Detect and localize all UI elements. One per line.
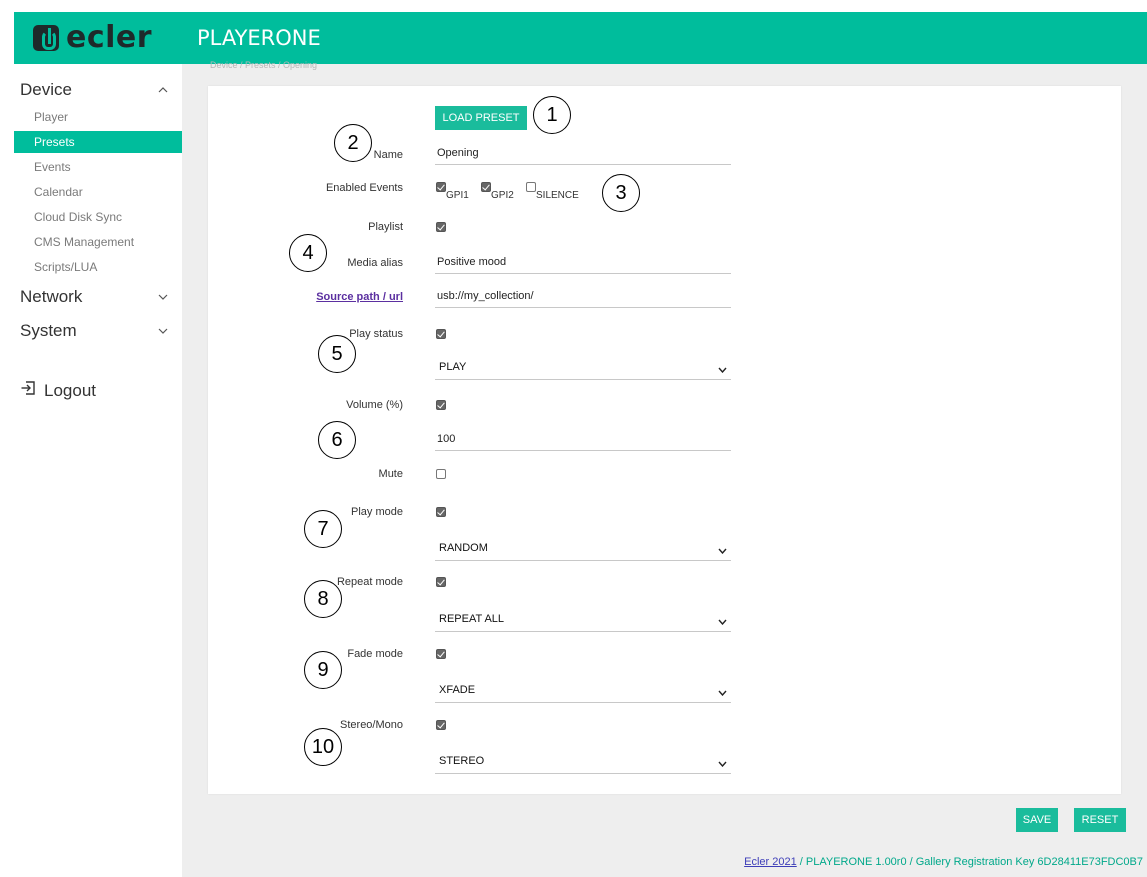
logout-button[interactable]: Logout [20,380,96,401]
chevron-down-icon [718,758,727,770]
repeat-mode-value: REPEAT ALL [439,613,505,625]
name-input[interactable]: Opening [435,143,731,165]
chevron-down-icon [718,364,727,376]
sidebar-item-label: Calendar [34,185,83,199]
chevron-down-icon [158,326,168,336]
sidebar-section-label: Device [20,80,72,99]
stereo-mono-select[interactable]: STEREO [435,750,731,774]
play-mode-select[interactable]: RANDOM [435,537,731,561]
footer-link[interactable]: Ecler 2021 [744,856,797,868]
volume-label: Volume (%) [346,399,403,411]
play-status-checkbox[interactable] [436,329,446,339]
app-title: PLAYERONE [197,26,321,50]
sidebar-section-label: Network [20,287,83,306]
stereo-mono-value: STEREO [439,755,485,767]
volume-checkbox[interactable] [436,400,446,410]
sidebar-item-cloud-disk-sync[interactable]: Cloud Disk Sync [14,206,182,228]
sidebar-item-label: CMS Management [34,235,135,249]
save-button[interactable]: SAVE [1016,808,1058,832]
callout-5: 5 [318,335,356,373]
sidebar-item-events[interactable]: Events [14,156,182,178]
main-content: Device / Presets / Opening LOAD PRESET N… [182,60,1147,877]
callout-7: 7 [304,510,342,548]
sidebar-item-scripts-lua[interactable]: Scripts/LUA [14,256,182,278]
sidebar-item-label: Cloud Disk Sync [34,210,123,224]
preset-form-card: LOAD PRESET Name Opening Enabled Events … [208,86,1121,794]
event-gpi2-label: GPI2 [491,190,514,201]
play-status-select[interactable]: PLAY [435,356,731,380]
repeat-mode-checkbox[interactable] [436,577,446,587]
sidebar-item-label: Scripts/LUA [34,260,98,274]
mute-label: Mute [378,468,403,480]
callout-3: 3 [602,174,640,212]
play-status-label: Play status [349,328,403,340]
stereo-mono-checkbox[interactable] [436,720,446,730]
breadcrumb: Device / Presets / Opening [210,60,318,70]
repeat-mode-select[interactable]: REPEAT ALL [435,608,731,632]
ecler-logo-icon [33,25,59,51]
sidebar-item-label: Events [34,160,71,174]
sidebar-section-system[interactable]: System [14,318,182,344]
event-silence-label: SILENCE [536,190,579,201]
chevron-down-icon [718,545,727,557]
logout-icon [20,380,44,401]
logo-text: ecler [66,20,153,55]
chevron-down-icon [158,292,168,302]
logout-label: Logout [44,380,96,400]
callout-4: 4 [289,234,327,272]
sidebar-item-player[interactable]: Player [14,106,182,128]
callout-2: 2 [334,124,372,162]
callout-8: 8 [304,580,342,618]
callout-6: 6 [318,421,356,459]
chevron-down-icon [718,616,727,628]
callout-1: 1 [533,96,571,134]
event-gpi1-checkbox[interactable] [436,182,446,192]
load-preset-button[interactable]: LOAD PRESET [435,106,527,130]
sidebar-item-presets[interactable]: Presets [14,131,182,153]
volume-input[interactable]: 100 [435,429,731,451]
media-alias-label: Media alias [347,257,403,269]
name-label: Name [373,149,403,161]
sidebar-section-label: System [20,321,77,340]
chevron-down-icon [718,687,727,699]
playlist-label: Playlist [368,221,403,233]
mute-checkbox[interactable] [436,469,446,479]
sidebar-item-cms-management[interactable]: CMS Management [14,231,182,253]
fade-mode-label: Fade mode [347,648,403,660]
footer: Ecler 2021 / PLAYERONE 1.00r0 / Gallery … [744,856,1143,868]
event-gpi1-label: GPI1 [446,190,469,201]
enabled-events-label: Enabled Events [325,182,403,194]
repeat-mode-label: Repeat mode [336,576,403,588]
chevron-up-icon [158,85,168,95]
play-mode-value: RANDOM [439,542,488,554]
footer-text: / PLAYERONE 1.00r0 / Gallery Registratio… [796,856,1143,868]
fade-mode-select[interactable]: XFADE [435,679,731,703]
sidebar-item-calendar[interactable]: Calendar [14,181,182,203]
playlist-checkbox[interactable] [436,222,446,232]
reset-button[interactable]: RESET [1074,808,1126,832]
callout-10: 10 [304,728,342,766]
fade-mode-checkbox[interactable] [436,649,446,659]
top-bar: ecler PLAYERONE [14,12,1147,64]
sidebar-section-device[interactable]: Device [14,77,182,103]
media-alias-input[interactable]: Positive mood [435,252,731,274]
source-path-input[interactable]: usb://my_collection/ [435,286,731,308]
sidebar-item-label: Presets [34,135,75,149]
ecler-logo[interactable]: ecler [33,23,152,53]
play-mode-checkbox[interactable] [436,507,446,517]
callout-9: 9 [304,651,342,689]
fade-mode-value: XFADE [439,684,476,696]
sidebar: Device Player Presets Events Calendar Cl… [14,70,182,877]
stereo-mono-label: Stereo/Mono [340,719,403,731]
sidebar-section-network[interactable]: Network [14,284,182,310]
source-path-link[interactable]: Source path / url [316,291,403,303]
event-silence-checkbox[interactable] [526,182,536,192]
sidebar-item-label: Player [34,110,69,124]
event-gpi2-checkbox[interactable] [481,182,491,192]
play-mode-label: Play mode [351,506,403,518]
play-status-value: PLAY [439,361,467,373]
